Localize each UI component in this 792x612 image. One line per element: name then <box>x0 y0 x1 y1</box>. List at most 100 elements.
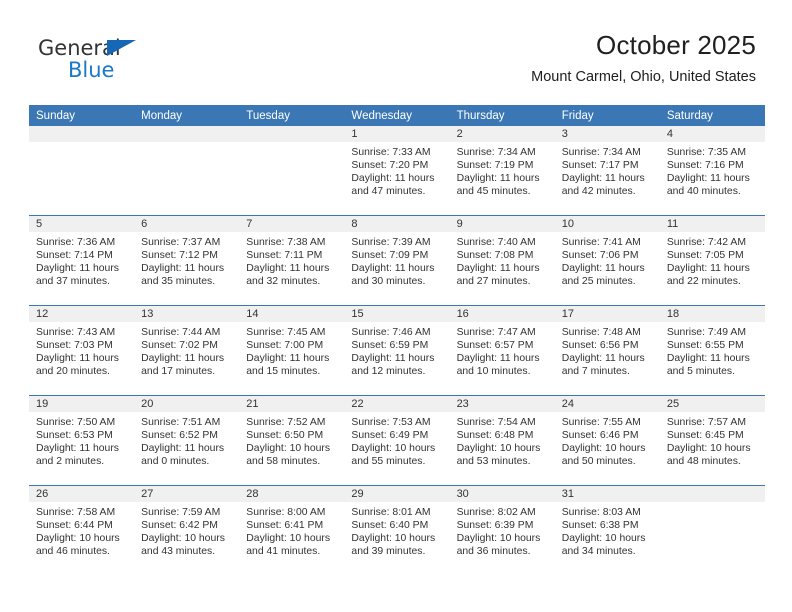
calendar-day-cell[interactable]: 9 Sunrise: 7:40 AM Sunset: 7:08 PM Daylight… <box>449 215 555 306</box>
calendar-day-cell[interactable]: 7 Sunrise: 7:38 AM Sunset: 7:11 PM Daylight… <box>239 215 345 306</box>
daylight-duration-line2: and 10 minutes. <box>456 366 531 378</box>
calendar-day-cell[interactable]: 27 Sunrise: 7:59 AM Sunset: 6:42 PM Dayligh… <box>134 485 240 575</box>
daylight-duration-line1: Daylight: 11 hours <box>351 353 435 365</box>
calendar-day-cell[interactable]: 15 Sunrise: 7:46 AM Sunset: 6:59 PM Dayligh… <box>344 305 450 396</box>
day-details: Sunrise: 8:01 AM Sunset: 6:40 PM Daylight:… <box>344 502 449 558</box>
daylight-duration-line2: and 34 minutes. <box>561 546 636 558</box>
sunrise-time: Sunrise: 7:51 AM <box>141 417 221 428</box>
calendar-day-cell[interactable]: 28 Sunrise: 8:00 AM Sunset: 6:41 PM Dayligh… <box>239 485 345 575</box>
title-block: October 2025 Mount Carmel, Ohio, United … <box>531 30 756 86</box>
calendar-day-cell[interactable]: 8 Sunrise: 7:39 AM Sunset: 7:09 PM Daylight… <box>344 215 450 306</box>
calendar-day-cell[interactable]: 16 Sunrise: 7:47 AM Sunset: 6:57 PM Dayligh… <box>449 305 555 396</box>
sunset-time: Sunset: 7:17 PM <box>561 160 639 172</box>
calendar-day-cell[interactable]: 26 Sunrise: 7:58 AM Sunset: 6:44 PM Dayligh… <box>29 485 135 575</box>
daylight-duration-line2: and 7 minutes. <box>561 366 630 378</box>
daylight-duration-line2: and 32 minutes. <box>246 276 321 288</box>
day-details: Sunrise: 7:58 AM Sunset: 6:44 PM Daylight:… <box>29 502 134 558</box>
day-number: 12 <box>29 306 135 322</box>
daylight-duration-line1: Daylight: 11 hours <box>561 353 645 365</box>
day-details: Sunrise: 7:59 AM Sunset: 6:42 PM Daylight:… <box>134 502 239 558</box>
daylight-duration-line2: and 53 minutes. <box>456 456 531 468</box>
day-number: 31 <box>554 486 660 502</box>
daylight-duration-line2: and 35 minutes. <box>141 276 216 288</box>
daylight-duration-line1: Daylight: 11 hours <box>246 263 330 275</box>
calendar-day-cell[interactable]: 13 Sunrise: 7:44 AM Sunset: 7:02 PM Dayligh… <box>134 305 240 396</box>
sunset-time: Sunset: 7:16 PM <box>666 160 744 172</box>
daylight-duration-line1: Daylight: 11 hours <box>141 353 225 365</box>
daylight-duration-line2: and 5 minutes. <box>666 366 736 378</box>
daylight-duration-line1: Daylight: 10 hours <box>36 533 120 545</box>
calendar-day-cell[interactable]: 23 Sunrise: 7:54 AM Sunset: 6:48 PM Dayligh… <box>449 395 555 486</box>
weekday-header-thursday: Thursday <box>449 105 555 126</box>
calendar-day-cell[interactable]: 20 Sunrise: 7:51 AM Sunset: 6:52 PM Dayligh… <box>134 395 240 486</box>
day-details: Sunrise: 7:49 AM Sunset: 6:55 PM Daylight:… <box>660 322 765 378</box>
calendar-day-cell[interactable]: 30 Sunrise: 8:02 AM Sunset: 6:39 PM Dayligh… <box>449 485 555 575</box>
calendar-day-cell[interactable]: 14 Sunrise: 7:45 AM Sunset: 7:00 PM Dayligh… <box>239 305 345 396</box>
day-number: 9 <box>449 216 555 232</box>
daylight-duration-line1: Daylight: 11 hours <box>141 443 225 455</box>
sunrise-time: Sunrise: 7:46 AM <box>351 327 431 338</box>
sunset-time: Sunset: 7:09 PM <box>351 250 429 262</box>
day-number: 7 <box>239 216 345 232</box>
sunrise-time: Sunrise: 7:34 AM <box>561 147 641 158</box>
day-number: 11 <box>659 216 765 232</box>
weekday-header-friday: Friday <box>554 105 660 126</box>
calendar-day-cell[interactable]: 10 Sunrise: 7:41 AM Sunset: 7:06 PM Dayligh… <box>554 215 660 306</box>
sunrise-time: Sunrise: 7:36 AM <box>36 237 116 248</box>
day-details: Sunrise: 7:34 AM Sunset: 7:17 PM Daylight:… <box>555 142 660 198</box>
calendar-day-cell[interactable]: 22 Sunrise: 7:53 AM Sunset: 6:49 PM Dayligh… <box>344 395 450 486</box>
sunrise-time: Sunrise: 7:42 AM <box>666 237 746 248</box>
daylight-duration-line1: Daylight: 11 hours <box>351 263 435 275</box>
sunset-time: Sunset: 6:40 PM <box>351 520 429 532</box>
day-number: 17 <box>554 306 660 322</box>
weekday-header-saturday: Saturday <box>659 105 765 126</box>
daylight-duration-line2: and 0 minutes. <box>141 456 210 468</box>
day-number: 10 <box>554 216 660 232</box>
sunset-time: Sunset: 6:52 PM <box>141 430 218 442</box>
sunrise-time: Sunrise: 7:48 AM <box>561 327 641 338</box>
calendar-day-cell[interactable]: 2 Sunrise: 7:34 AM Sunset: 7:19 PM Daylight… <box>449 126 555 216</box>
calendar-day-cell[interactable]: 25 Sunrise: 7:57 AM Sunset: 6:45 PM Dayligh… <box>659 395 765 486</box>
day-number: 24 <box>554 396 660 412</box>
calendar-day-cell[interactable]: 5 Sunrise: 7:36 AM Sunset: 7:14 PM Daylight… <box>29 215 135 306</box>
calendar-day-cell[interactable]: 29 Sunrise: 8:01 AM Sunset: 6:40 PM Dayligh… <box>344 485 450 575</box>
sunset-time: Sunset: 7:11 PM <box>246 250 323 262</box>
sunrise-time: Sunrise: 7:35 AM <box>666 147 746 158</box>
daylight-duration-line2: and 37 minutes. <box>36 276 110 288</box>
calendar-day-cell[interactable]: 24 Sunrise: 7:55 AM Sunset: 6:46 PM Dayligh… <box>554 395 660 486</box>
sunrise-time: Sunrise: 7:52 AM <box>246 417 326 428</box>
calendar-day-cell[interactable]: 31 Sunrise: 8:03 AM Sunset: 6:38 PM Dayligh… <box>554 485 660 575</box>
calendar-day-cell[interactable]: 6 Sunrise: 7:37 AM Sunset: 7:12 PM Daylight… <box>134 215 240 306</box>
sunrise-time: Sunrise: 7:54 AM <box>456 417 536 428</box>
day-details: Sunrise: 7:35 AM Sunset: 7:16 PM Daylight:… <box>660 142 765 198</box>
daylight-duration-line2: and 43 minutes. <box>141 546 216 558</box>
daylight-duration-line1: Daylight: 10 hours <box>351 533 436 545</box>
day-number: 23 <box>449 396 555 412</box>
sunrise-time: Sunrise: 8:02 AM <box>456 507 536 518</box>
calendar-day-cell[interactable]: 11 Sunrise: 7:42 AM Sunset: 7:05 PM Dayligh… <box>659 215 765 306</box>
daylight-duration-line1: Daylight: 10 hours <box>246 443 331 455</box>
daylight-duration-line2: and 58 minutes. <box>246 456 321 468</box>
sunset-time: Sunset: 7:05 PM <box>666 250 744 262</box>
daylight-duration-line2: and 17 minutes. <box>141 366 216 378</box>
calendar-day-cell[interactable]: 21 Sunrise: 7:52 AM Sunset: 6:50 PM Dayligh… <box>239 395 345 486</box>
daylight-duration-line1: Daylight: 10 hours <box>561 533 646 545</box>
day-details: Sunrise: 7:53 AM Sunset: 6:49 PM Daylight:… <box>344 412 449 468</box>
day-number <box>134 126 240 142</box>
general-blue-logo[interactable]: General Blue <box>38 38 218 86</box>
day-number: 30 <box>449 486 555 502</box>
calendar-day-cell[interactable]: 17 Sunrise: 7:48 AM Sunset: 6:56 PM Dayligh… <box>554 305 660 396</box>
calendar-day-cell[interactable]: 3 Sunrise: 7:34 AM Sunset: 7:17 PM Daylight… <box>554 126 660 216</box>
sunrise-time: Sunrise: 7:59 AM <box>141 507 221 518</box>
calendar-empty-cell <box>659 485 765 575</box>
sunset-time: Sunset: 6:49 PM <box>351 430 429 442</box>
daylight-duration-line1: Daylight: 10 hours <box>456 443 541 455</box>
sunrise-time: Sunrise: 8:03 AM <box>561 507 641 518</box>
calendar-day-cell[interactable]: 1 Sunrise: 7:33 AM Sunset: 7:20 PM Daylight… <box>344 126 450 216</box>
calendar-day-cell[interactable]: 12 Sunrise: 7:43 AM Sunset: 7:03 PM Dayligh… <box>29 305 135 396</box>
calendar-day-cell[interactable]: 18 Sunrise: 7:49 AM Sunset: 6:55 PM Dayligh… <box>659 305 765 396</box>
calendar-day-cell[interactable]: 4 Sunrise: 7:35 AM Sunset: 7:16 PM Daylight… <box>659 126 765 216</box>
calendar-day-cell[interactable]: 19 Sunrise: 7:50 AM Sunset: 6:53 PM Dayligh… <box>29 395 135 486</box>
daylight-duration-line2: and 42 minutes. <box>561 186 636 198</box>
daylight-duration-line1: Daylight: 11 hours <box>666 353 750 365</box>
